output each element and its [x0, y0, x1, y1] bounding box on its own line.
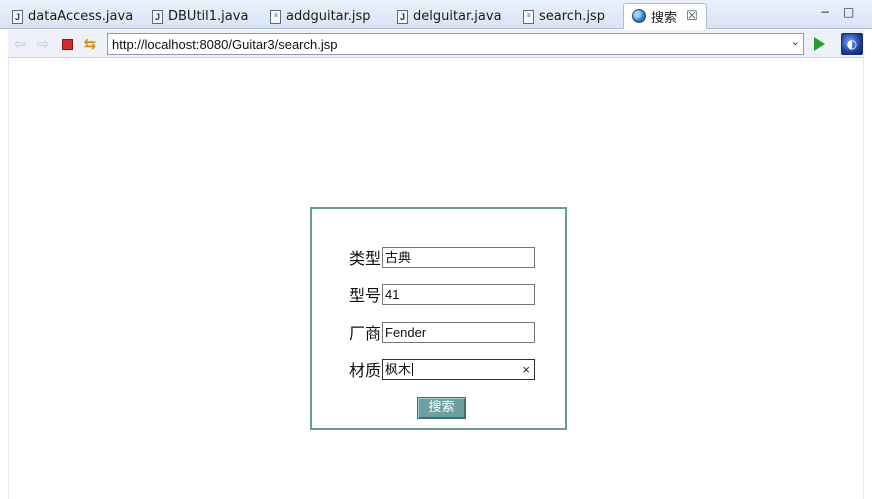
eclipse-browser-icon[interactable]: ◐ [841, 33, 863, 55]
clear-input-icon[interactable]: × [522, 360, 530, 379]
tab-delguitar-java[interactable]: J delguitar.java [389, 4, 510, 29]
tab-label: 搜索 [651, 10, 678, 26]
tab-search-browser[interactable]: 搜索 ☒ [623, 3, 707, 29]
material-input-value: 枫木 [385, 361, 412, 377]
stop-icon[interactable] [59, 36, 75, 52]
tab-label: search.jsp [539, 9, 605, 24]
tab-label: DBUtil1.java [168, 9, 249, 24]
text-caret [412, 362, 414, 376]
type-input-value: 古典 [385, 249, 412, 265]
minimize-icon[interactable]: − [820, 6, 830, 18]
url-text: http://localhost:8080/Guitar3/search.jsp [112, 36, 338, 52]
field-maker-label: 厂商 [349, 324, 382, 343]
field-model-label: 型号 [349, 286, 382, 305]
tab-dataaccess-java[interactable]: J dataAccess.java [4, 4, 141, 29]
editor-tab-bar: J dataAccess.java J DBUtil1.java ≡ addgu… [0, 0, 872, 29]
search-form: 类型 古典 型号 41 厂商 Fender 材质 枫木 × 搜索 [310, 207, 567, 430]
close-tab-icon[interactable]: ☒ [686, 9, 698, 24]
forward-arrow-icon[interactable]: ⇨ [35, 35, 51, 53]
search-button[interactable]: 搜索 [417, 397, 466, 419]
tab-search-jsp[interactable]: ≡ search.jsp [515, 4, 613, 29]
tab-label: dataAccess.java [28, 9, 134, 24]
back-arrow-icon[interactable]: ⇦ [12, 35, 28, 53]
java-file-icon: J [12, 9, 23, 24]
url-input[interactable]: http://localhost:8080/Guitar3/search.jsp… [107, 33, 804, 55]
globe-icon [632, 9, 646, 23]
maximize-icon[interactable]: □ [843, 6, 854, 18]
jsp-file-icon: ≡ [270, 9, 281, 24]
tab-label: delguitar.java [413, 9, 502, 24]
tab-label: addguitar.jsp [286, 9, 371, 24]
jsp-file-icon: ≡ [523, 9, 534, 24]
maker-input[interactable]: Fender [382, 321, 535, 343]
field-type-label: 类型 [349, 249, 382, 268]
java-file-icon: J [152, 9, 163, 24]
field-type-row: 类型 古典 [349, 246, 535, 268]
type-input[interactable]: 古典 [382, 246, 535, 268]
url-dropdown-icon[interactable]: ⌄ [791, 35, 800, 48]
model-input[interactable]: 41 [382, 283, 535, 305]
maker-input-value: Fender [385, 324, 427, 340]
refresh-icon[interactable]: ⇆ [82, 35, 98, 53]
page-viewport: 类型 古典 型号 41 厂商 Fender 材质 枫木 × 搜索 [8, 59, 864, 499]
browser-toolbar: ⇦ ⇨ ⇆ http://localhost:8080/Guitar3/sear… [8, 30, 864, 58]
java-file-icon: J [397, 9, 408, 24]
tab-dbutil1-java[interactable]: J DBUtil1.java [144, 4, 256, 29]
tab-addguitar-jsp[interactable]: ≡ addguitar.jsp [262, 4, 379, 29]
field-model-row: 型号 41 [349, 283, 535, 305]
field-material-label: 材质 [349, 361, 382, 380]
material-input[interactable]: 枫木 × [382, 358, 535, 380]
go-icon[interactable] [814, 37, 825, 51]
field-material-row: 材质 枫木 × [349, 358, 535, 380]
field-maker-row: 厂商 Fender [349, 321, 535, 343]
model-input-value: 41 [385, 286, 400, 302]
